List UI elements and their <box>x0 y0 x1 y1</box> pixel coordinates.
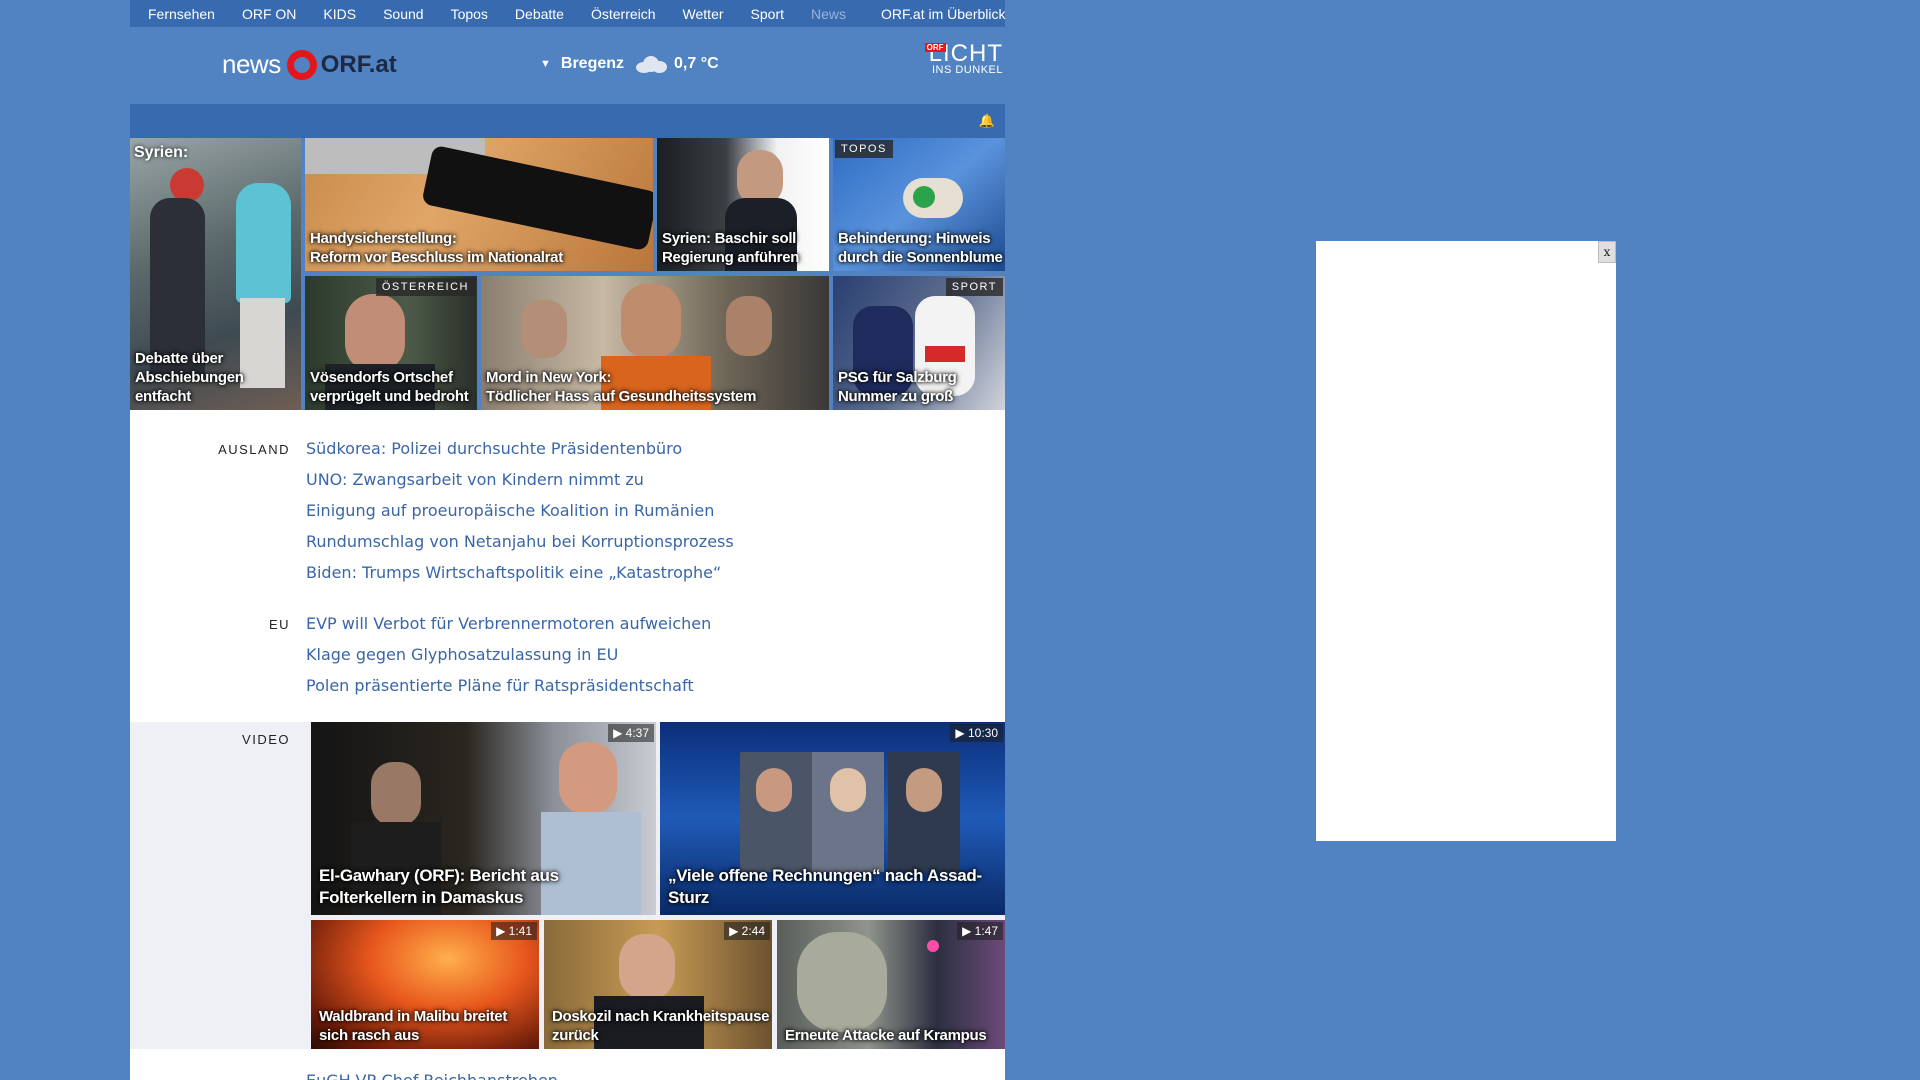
video-duration: ▶ 2:44 <box>724 922 770 940</box>
weather-widget[interactable]: ▼ Bregenz 0,7 °C <box>540 55 719 73</box>
video-duration: ▶ 1:41 <box>491 922 537 940</box>
tile-handy-caption: Handysicherstellung: Reform vor Beschluss… <box>310 230 563 266</box>
video-tile-krampus[interactable]: ▶ 1:47 Erneute Attacke auf Krampus <box>777 920 1005 1049</box>
tile-voesendorf[interactable]: ÖSTERREICH Vösendorfs Ortschef verprügelt… <box>305 276 477 410</box>
video-caption: „Viele offene Rechnungen“ nach Assad- Stu… <box>668 866 982 907</box>
logo-orf-text: ORF.at <box>320 50 397 78</box>
ausland-link[interactable]: Südkorea: Polizei durchsuchte Präsidente… <box>306 433 734 464</box>
nav-topos[interactable]: Topos <box>451 6 488 22</box>
nav-debatte[interactable]: Debatte <box>515 6 564 22</box>
news-list-area: AUSLAND Südkorea: Polizei durchsuchte Pr… <box>130 410 1005 722</box>
nav-oesterreich[interactable]: Österreich <box>591 6 656 22</box>
eu-link[interactable]: EVP will Verbot für Verbrennermotoren au… <box>306 608 711 639</box>
dropdown-triangle-icon[interactable]: ▼ <box>540 58 551 70</box>
ausland-links: Südkorea: Polizei durchsuchte Präsidente… <box>306 433 734 588</box>
section-label-eu: EU <box>268 617 290 632</box>
news-orf-logo[interactable]: news ORF.at <box>222 49 397 80</box>
section-label-video: VIDEO <box>242 732 290 747</box>
tile-handysicherstellung[interactable]: Handysicherstellung: Reform vor Beschluss… <box>305 138 653 271</box>
nav-kids[interactable]: KIDS <box>323 6 356 22</box>
tile-behinderung[interactable]: TOPOS Behinderung: Hinweis durch die Sonn… <box>833 138 1005 271</box>
licht-subtitle: INS DUNKEL <box>931 64 1003 76</box>
video-caption: El-Gawhary (ORF): Bericht aus Folterkelle… <box>319 866 559 907</box>
nav-news[interactable]: News <box>811 6 846 22</box>
nav-sound[interactable]: Sound <box>383 6 423 22</box>
video-caption: Erneute Attacke auf Krampus <box>785 1027 987 1044</box>
sub-bar: 🔔 <box>130 104 1005 138</box>
ausland-link[interactable]: Biden: Trumps Wirtschaftspolitik eine „K… <box>306 557 734 588</box>
tile-psg-caption: PSG für Salzburg Nummer zu groß <box>838 369 957 405</box>
eu-links: EVP will Verbot für Verbrennermotoren au… <box>306 608 711 701</box>
eu-link[interactable]: Klage gegen Glyphosatzulassung in EU <box>306 639 711 670</box>
video-duration: ▶ 10:30 <box>950 724 1003 742</box>
video-duration: ▶ 4:37 <box>608 724 654 742</box>
tile-mord-new-york[interactable]: Mord in New York: Tödlicher Hass auf Gesu… <box>481 276 829 410</box>
bell-icon[interactable]: 🔔 <box>979 114 995 129</box>
tile-voesendorf-caption: Vösendorfs Ortschef verprügelt und bedroh… <box>310 369 469 405</box>
tile-mord-caption: Mord in New York: Tödlicher Hass auf Gesu… <box>486 369 757 405</box>
cloud-icon <box>634 55 668 73</box>
video-duration: ▶ 1:47 <box>957 922 1003 940</box>
licht-orf-badge: ORF <box>924 43 946 52</box>
tag-sport: SPORT <box>945 278 1003 296</box>
tile-baschir-caption: Syrien: Baschir soll Regierung anführen <box>662 230 800 266</box>
tile-syrien-debatte[interactable]: Syrien: Debatte über Abschiebungen entfac… <box>130 138 301 410</box>
weather-temperature: 0,7 °C <box>674 55 719 72</box>
tile-behinderung-caption: Behinderung: Hinweis durch die Sonnenblum… <box>838 230 1003 266</box>
nav-fernsehen[interactable]: Fernsehen <box>148 6 215 22</box>
tag-oesterreich: ÖSTERREICH <box>375 278 475 296</box>
video-tile-doskozil[interactable]: ▶ 2:44 Doskozil nach Krankheitspause zurü… <box>544 920 772 1049</box>
licht-ins-dunkel-logo[interactable]: ORF LICHT INS DUNKEL <box>924 40 1003 76</box>
section-label-ausland: AUSLAND <box>218 442 290 457</box>
ausland-link[interactable]: UNO: Zwangsarbeit von Kindern nimmt zu <box>306 464 734 495</box>
tile-syrien-caption: Debatte über Abschiebungen entfacht <box>135 350 244 405</box>
nav-orf-on[interactable]: ORF ON <box>242 6 296 22</box>
next-section: EuGH-VP-Chef Reichhanstreben… <box>130 1049 1005 1080</box>
video-tile-waldbrand[interactable]: ▶ 1:41 Waldbrand in Malibu breitet sich r… <box>311 920 539 1049</box>
tile-psg-salzburg[interactable]: SPORT PSG für Salzburg Nummer zu groß <box>833 276 1005 410</box>
tag-topos: TOPOS <box>835 140 893 158</box>
ad-box: x <box>1316 241 1616 841</box>
logo-news-text: news <box>222 49 281 79</box>
nav-wetter[interactable]: Wetter <box>683 6 724 22</box>
next-section-link[interactable]: EuGH-VP-Chef Reichhanstreben… <box>306 1071 574 1080</box>
video-caption: Waldbrand in Malibu breitet sich rasch au… <box>319 1008 508 1044</box>
nav-overview[interactable]: ORF.at im Überblick <box>881 6 1005 22</box>
ad-close-button[interactable]: x <box>1598 241 1616 263</box>
nav-sport[interactable]: Sport <box>751 6 784 22</box>
site-header: news ORF.at ▼ Bregenz 0,7 °C ORF LICHT I… <box>130 27 1005 104</box>
ausland-link[interactable]: Einigung auf proeuropäische Koalition in… <box>306 495 734 526</box>
weather-city: Bregenz <box>560 55 625 72</box>
top-navigation: Fernsehen ORF ON KIDS Sound Topos Debatt… <box>130 0 1005 27</box>
video-tile-assad-sturz[interactable]: ▶ 10:30 „Viele offene Rechnungen“ nach A… <box>660 722 1005 915</box>
eu-link[interactable]: Polen präsentierte Pläne für Ratspräside… <box>306 670 711 701</box>
orf-ring-icon <box>286 49 317 80</box>
tile-syrien-top-caption: Syrien: <box>134 144 189 161</box>
ausland-link[interactable]: Rundumschlag von Netanjahu bei Korruptio… <box>306 526 734 557</box>
video-caption: Doskozil nach Krankheitspause zurück <box>552 1008 770 1044</box>
tile-baschir[interactable]: Syrien: Baschir soll Regierung anführen <box>657 138 829 271</box>
video-tile-el-gawhary[interactable]: ▶ 4:37 El-Gawhary (ORF): Bericht aus Folt… <box>311 722 656 915</box>
